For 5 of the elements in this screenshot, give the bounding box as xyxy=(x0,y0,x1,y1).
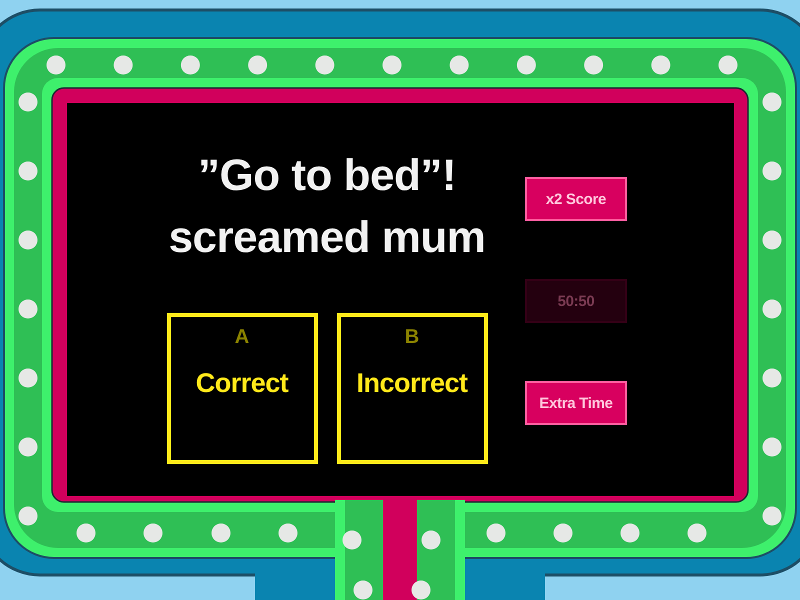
powerup-button[interactable]: Extra Time xyxy=(525,381,627,425)
answer-option[interactable]: A Correct xyxy=(166,313,318,464)
answer-option[interactable]: B Incorrect xyxy=(336,313,488,464)
question-text: ”Go to bed”! screamed mum xyxy=(168,150,486,264)
powerup-button[interactable]: x2 Score xyxy=(525,177,627,221)
